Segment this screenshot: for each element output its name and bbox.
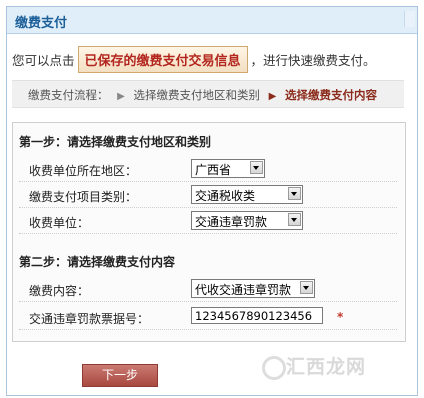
chevron-down-icon[interactable] <box>288 187 301 200</box>
ticket-label: 交通违章罚款票据号： <box>29 312 150 326</box>
scrollbar[interactable] <box>404 11 415 27</box>
step-separator-icon: ▶ <box>117 91 125 102</box>
intro-text: 您可以点击 已保存的缴费支付交易信息 ，进行快速缴费支付。 <box>12 46 376 73</box>
ticket-number-input[interactable]: 1234567890123456 <box>191 307 323 324</box>
chevron-down-icon[interactable] <box>250 161 263 174</box>
content-label: 缴费内容： <box>29 284 90 298</box>
section2-title: 第二步：请选择缴费支付内容 <box>19 255 176 269</box>
category-label: 缴费支付项目类别： <box>29 190 138 204</box>
category-row: 缴费支付项目类别： 交通税收类 <box>19 183 397 208</box>
intro-suffix: ，进行快速缴费支付。 <box>250 53 376 68</box>
step-select-region: 选择缴费支付地区和类别 <box>133 88 261 102</box>
category-select[interactable]: 交通税收类 <box>191 185 303 204</box>
payee-label: 收费单位： <box>29 216 90 230</box>
payee-row: 收费单位： 交通违章罚款 <box>19 209 397 234</box>
process-breadcrumb: 缴费支付流程： ▶ 选择缴费支付地区和类别 ▶ 选择缴费支付内容 <box>12 80 404 108</box>
chevron-down-icon[interactable] <box>288 213 301 226</box>
region-select[interactable]: 广西省 <box>191 159 265 178</box>
payee-select[interactable]: 交通违章罚款 <box>191 211 303 230</box>
step-select-content: 选择缴费支付内容 <box>285 88 378 102</box>
next-button[interactable]: 下一步 <box>82 364 158 387</box>
region-row: 收费单位所在地区： 广西省 <box>19 157 397 182</box>
section1-title: 第一步：请选择缴费支付地区和类别 <box>19 135 212 149</box>
ticket-row: 交通违章罚款票据号： 1234567890123456 * <box>19 305 397 330</box>
intro-prefix: 您可以点击 <box>12 53 75 68</box>
watermark-logo-icon <box>262 356 286 380</box>
process-label: 缴费支付流程： <box>28 88 109 102</box>
required-mark: * <box>337 310 344 324</box>
content-select[interactable]: 代收交通违章罚款 <box>191 279 315 298</box>
chevron-down-icon[interactable] <box>300 281 313 294</box>
saved-transactions-button[interactable]: 已保存的缴费支付交易信息 <box>77 46 248 73</box>
content-row: 缴费内容： 代收交通违章罚款 <box>19 277 397 302</box>
region-value: 广西省 <box>195 163 232 177</box>
form-panel: 第一步：请选择缴费支付地区和类别 收费单位所在地区： 广西省 缴费支付项目类别：… <box>12 122 406 342</box>
watermark: 汇西龙网 <box>286 356 367 378</box>
region-label: 收费单位所在地区： <box>29 164 138 178</box>
category-value: 交通税收类 <box>195 189 256 203</box>
panel-header: 缴费支付 <box>7 7 417 34</box>
payee-value: 交通违章罚款 <box>195 215 268 229</box>
panel-title: 缴费支付 <box>15 16 68 31</box>
step-separator-icon: ▶ <box>268 91 277 102</box>
content-value: 代收交通违章罚款 <box>195 283 292 297</box>
